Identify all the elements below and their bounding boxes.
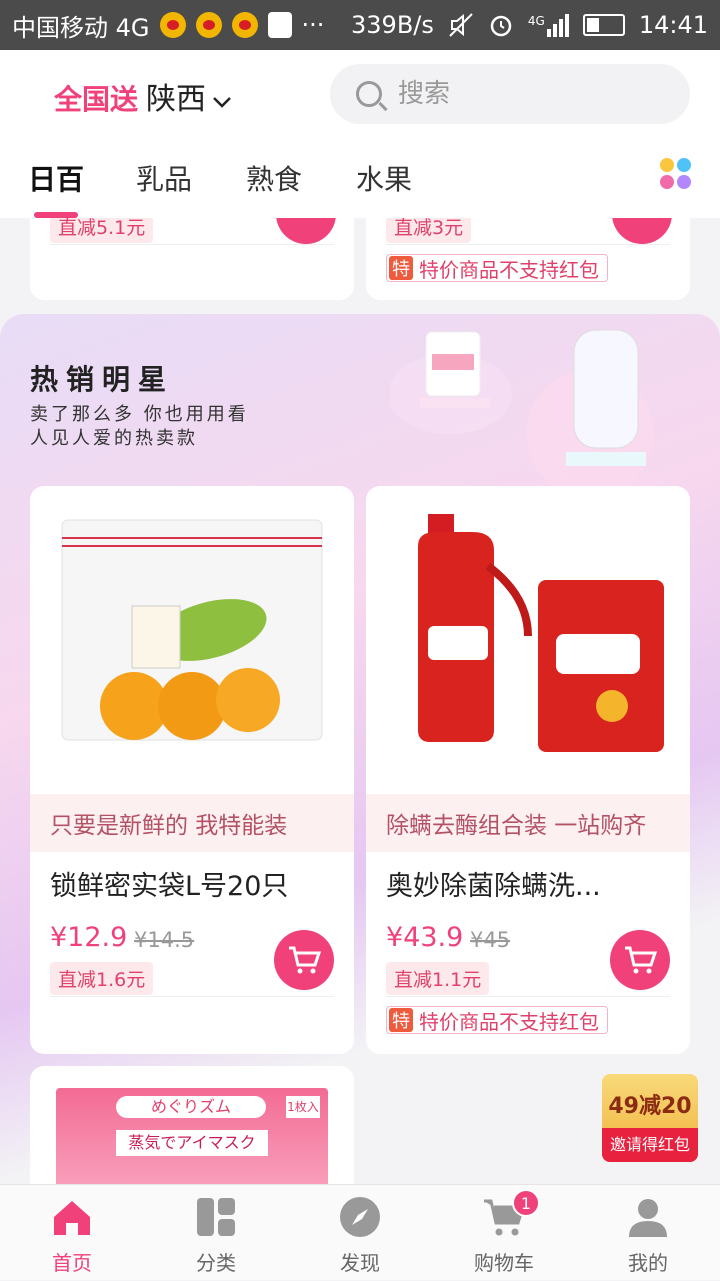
category-icon [197, 1198, 235, 1236]
original-price: ¥45 [470, 928, 511, 952]
product-price: ¥43.9 [386, 922, 464, 953]
red-packet-label: 邀请得红包 [602, 1128, 698, 1162]
nav-category[interactable]: 分类 [144, 1185, 288, 1281]
special-tag: 特 [389, 1008, 413, 1032]
province-label: 陕西 [146, 82, 207, 117]
nav-profile[interactable]: 我的 [576, 1185, 720, 1281]
special-notice: 特 特价商品不支持红包 [386, 1006, 608, 1034]
product-price: ¥12.9 [50, 922, 128, 953]
special-text: 特价商品不支持红包 [419, 257, 599, 282]
pack-count: 1枚入 [286, 1096, 320, 1118]
nav-label: 我的 [628, 1251, 668, 1275]
add-to-cart-button[interactable] [276, 218, 336, 244]
bottom-nav: 首页 分类 发现 1 购物车 我的 [0, 1184, 720, 1280]
nav-label: 发现 [340, 1251, 380, 1275]
invite-red-packet-button[interactable]: 49减20 邀请得红包 [602, 1074, 698, 1162]
carrier-label: 中国移动 4G [12, 13, 150, 42]
chevron-down-icon [213, 97, 231, 108]
discount-badge: 直减1.1元 [386, 962, 490, 995]
add-to-cart-button[interactable] [612, 218, 672, 244]
product-slogan: 只要是新鲜的 我特能装 [30, 794, 354, 852]
nav-label: 分类 [196, 1251, 236, 1275]
category-tabs: 日百 乳品 熟食 水果 [0, 158, 720, 218]
product-image [418, 514, 664, 752]
search-bar[interactable] [330, 64, 690, 124]
add-to-cart-button[interactable] [274, 930, 334, 990]
nav-label: 购物车 [474, 1251, 534, 1275]
product-card[interactable]: 直减5.1元 [30, 218, 354, 300]
cart-count-badge: 1 [512, 1189, 540, 1217]
cart-icon [289, 946, 321, 974]
product-image [61, 519, 323, 741]
discount-badge: 直减3元 [386, 218, 472, 243]
app-header: 全国送 陕西 日百 乳品 熟食 水果 [0, 50, 720, 218]
nav-home[interactable]: 首页 [0, 1185, 144, 1281]
content-area[interactable]: 直减5.1元 直减3元 特 特价商品不支持红包 热销明星 卖了那么多 你也用用看… [0, 218, 720, 1184]
nav-discover[interactable]: 发现 [288, 1185, 432, 1281]
more-notifications-icon: ··· [301, 11, 325, 39]
original-price: ¥14.5 [134, 928, 195, 952]
nav-label: 首页 [52, 1251, 92, 1275]
special-notice: 特 特价商品不支持红包 [386, 254, 608, 282]
region-label: 全国送 [54, 83, 139, 116]
special-text: 特价商品不支持红包 [419, 1009, 599, 1034]
discount-badge: 直减1.6元 [50, 962, 154, 995]
weibo-icon [231, 12, 258, 38]
special-tag: 特 [389, 256, 413, 280]
clock: 14:41 [638, 11, 708, 39]
mute-icon [449, 13, 473, 37]
network-type: 4G [527, 13, 545, 28]
tab-daily[interactable]: 日百 [28, 158, 84, 218]
app-notification-icon [267, 12, 292, 38]
net-speed: 339B/s [351, 11, 434, 39]
region-selector[interactable]: 全国送 陕西 [54, 74, 232, 118]
alarm-icon [490, 15, 512, 37]
red-packet-offer: 49减20 [608, 1094, 692, 1119]
product-name[interactable]: 锁鲜密实袋L号20只 [50, 864, 340, 903]
featured-products-image [390, 329, 654, 494]
cart-icon [625, 946, 657, 974]
brand-label: めぐりズム [116, 1096, 266, 1118]
hot-sellers-subtitle: 卖了那么多 你也用用看 [30, 404, 249, 425]
all-categories-icon[interactable] [660, 158, 692, 190]
signal-icon: 4G [527, 13, 569, 37]
add-to-cart-button[interactable] [610, 930, 670, 990]
product-name[interactable]: 奥妙除菌除螨洗... [386, 864, 676, 903]
product-image: めぐりズム 1枚入 蒸気でアイマスク [56, 1088, 328, 1184]
product-slogan: 除螨去酶组合装 一站购齐 [366, 794, 690, 852]
weibo-icon [159, 12, 186, 38]
discount-badge: 直减5.1元 [50, 218, 154, 243]
product-card[interactable]: 除螨去酶组合装 一站购齐 奥妙除菌除螨洗... ¥43.9 ¥45 直减1.1元… [366, 486, 690, 1054]
compass-icon [340, 1197, 380, 1237]
search-icon [356, 81, 382, 107]
profile-icon [629, 1199, 667, 1237]
hot-sellers-subtitle: 人见人爱的热卖款 [30, 428, 198, 449]
hot-sellers-title: 热销明星 [30, 363, 175, 396]
tab-fruit[interactable]: 水果 [356, 158, 412, 198]
product-card[interactable]: めぐりズム 1枚入 蒸気でアイマスク [30, 1066, 354, 1184]
tab-deli[interactable]: 熟食 [246, 158, 302, 198]
battery-icon [582, 14, 625, 36]
tab-dairy[interactable]: 乳品 [136, 158, 192, 198]
nav-cart[interactable]: 1 购物车 [432, 1185, 576, 1281]
product-line: 蒸気でアイマスク [116, 1130, 268, 1156]
weibo-icon [195, 12, 222, 38]
search-input[interactable] [398, 79, 658, 109]
home-icon [54, 1201, 90, 1235]
status-bar: 中国移动 4G ··· 339B/s 4G 14:41 [0, 0, 720, 50]
product-card[interactable]: 直减3元 特 特价商品不支持红包 [366, 218, 690, 300]
product-card[interactable]: 只要是新鲜的 我特能装 锁鲜密实袋L号20只 ¥12.9 ¥14.5 直减1.6… [30, 486, 354, 1054]
